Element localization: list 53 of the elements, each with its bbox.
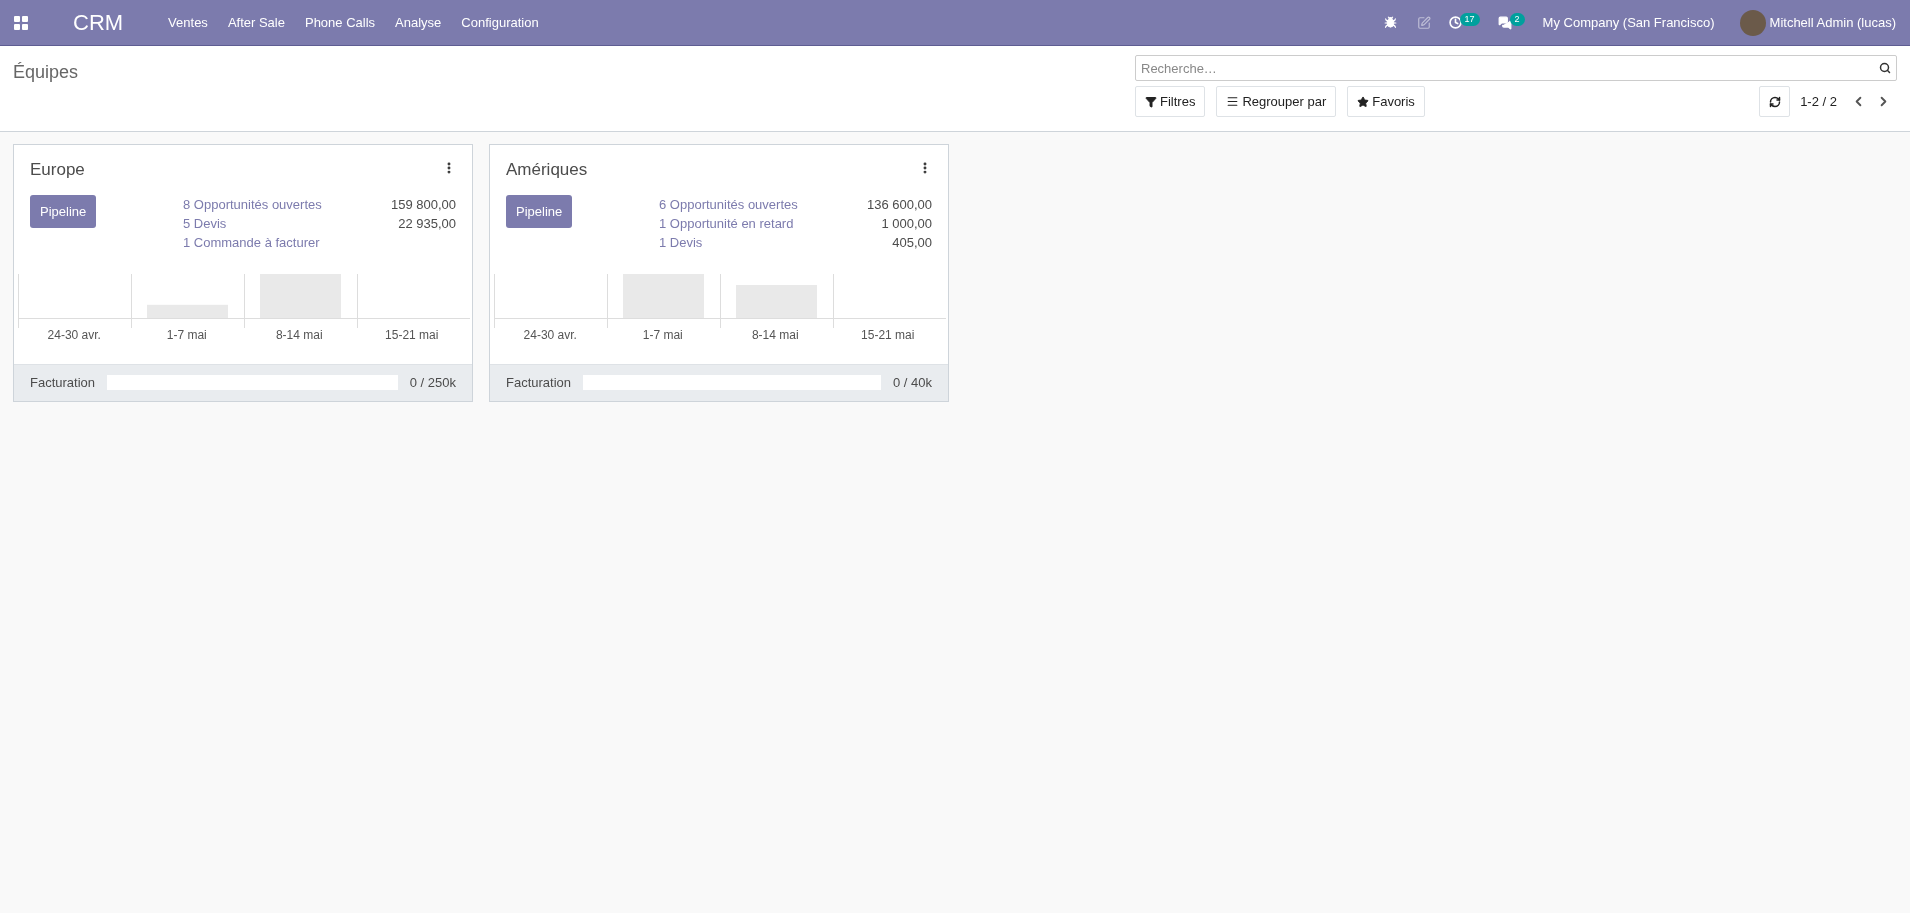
refresh-button[interactable] <box>1759 86 1791 117</box>
team-name: Amériques <box>506 159 588 181</box>
stat-link[interactable]: 1 Devis <box>659 232 703 252</box>
search-icon[interactable] <box>1879 62 1891 74</box>
list-icon <box>1226 95 1240 108</box>
stat-link[interactable]: 1 Commande à facturer <box>183 232 320 252</box>
progress-reading: 0 / 40k <box>892 373 932 392</box>
stat-link[interactable]: 6 Opportunités ouvertes <box>659 194 798 214</box>
refresh-icon <box>1768 95 1781 108</box>
week-label: 15-21 mai <box>384 326 440 344</box>
star-icon <box>1357 95 1370 108</box>
progress-label: Facturation <box>30 373 96 392</box>
week-label: 24-30 avr. <box>46 326 102 344</box>
week-label: 8-14 mai <box>274 326 324 344</box>
search-option-button[interactable]: Filtres <box>1135 86 1206 117</box>
week-label: 15-21 mai <box>860 326 916 344</box>
menu-item[interactable]: Analyse <box>395 12 442 33</box>
pipeline-button[interactable]: Pipeline <box>506 194 573 228</box>
week-label: 24-30 avr. <box>522 326 578 344</box>
bug-icon[interactable] <box>1383 16 1397 29</box>
week-label: 1-7 mai <box>165 326 208 344</box>
search-option-button[interactable]: Regrouper par <box>1216 86 1337 117</box>
company-name[interactable]: My Company (San Francisco) <box>1542 12 1715 33</box>
stat-link[interactable]: 1 Opportunité en retard <box>659 213 794 233</box>
menu-item[interactable]: Configuration <box>461 12 539 33</box>
menu-item[interactable]: Ventes <box>168 12 208 33</box>
search-option-button[interactable]: Favoris <box>1347 86 1425 117</box>
activity-badge: 17 <box>1459 12 1480 27</box>
message-badge: 2 <box>1509 12 1525 27</box>
stat-link[interactable]: 8 Opportunités ouvertes <box>183 194 322 214</box>
stat-value: 136 600,00 <box>866 195 932 214</box>
chat-icon[interactable] <box>1497 15 1512 30</box>
team-name: Europe <box>30 159 85 181</box>
progress-label: Facturation <box>506 373 572 392</box>
app-name: CRM <box>73 9 124 37</box>
menu-item[interactable]: Phone Calls <box>304 12 376 33</box>
stat-value: 159 800,00 <box>390 195 456 214</box>
breadcrumb: Équipes <box>13 62 79 82</box>
stat-value: 1 000,00 <box>881 214 932 233</box>
week-label: 8-14 mai <box>750 326 800 344</box>
clock-icon[interactable] <box>1448 16 1462 29</box>
stat-value: 22 935,00 <box>398 214 456 233</box>
search-field[interactable]: Recherche… <box>1135 55 1897 81</box>
week-label: 1-7 mai <box>641 326 684 344</box>
stat-value: 405,00 <box>892 233 932 252</box>
stat-link[interactable]: 5 Devis <box>183 213 227 233</box>
filter-icon <box>1145 95 1157 108</box>
user-name[interactable]: Mitchell Admin (lucas) <box>1769 12 1896 33</box>
pager-value: 1-2 / 2 <box>1800 92 1837 111</box>
progress-reading: 0 / 250k <box>409 373 456 392</box>
pipeline-button[interactable]: Pipeline <box>30 194 97 228</box>
apps-menu-icon[interactable] <box>14 15 28 30</box>
menu-item[interactable]: After Sale <box>227 12 285 33</box>
